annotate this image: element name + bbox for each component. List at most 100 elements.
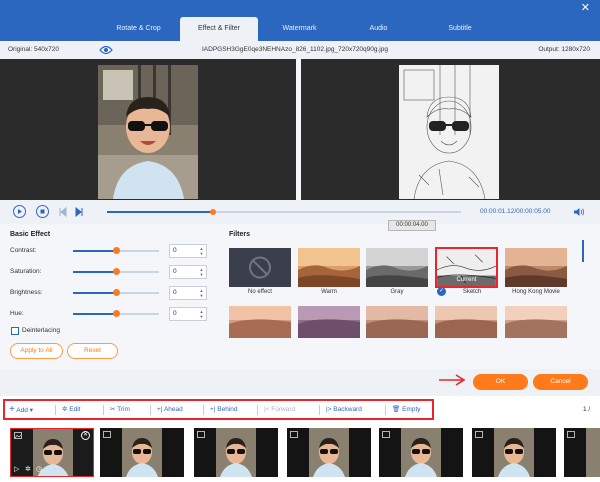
filter-gray[interactable]	[366, 248, 428, 287]
cancel-button[interactable]: Cancel	[533, 374, 588, 390]
timeline-clip[interactable]	[100, 428, 184, 477]
stepper-arrows-icon[interactable]: ▲ ▼	[199, 246, 204, 257]
tab-effect-filter[interactable]: Effect & Filter	[180, 17, 258, 41]
separator	[55, 405, 56, 415]
apply-to-all-button[interactable]: Apply to All	[10, 343, 63, 359]
brightness-input[interactable]: 0 ▲ ▼	[169, 286, 207, 300]
backward-icon: |>	[326, 406, 332, 413]
empty-label: Empty	[402, 406, 421, 413]
brightness-label: Brightness:	[10, 289, 43, 296]
current-filter-badge: Current	[456, 277, 477, 283]
saturation-slider[interactable]	[73, 268, 159, 275]
close-icon[interactable]: ✕	[581, 3, 590, 14]
contrast-input[interactable]: 0 ▲ ▼	[169, 244, 207, 258]
saturation-input[interactable]: 0 ▲ ▼	[169, 265, 207, 279]
timeline-clip[interactable]	[564, 428, 600, 477]
slider-fill	[73, 271, 116, 273]
stepper-arrows-icon[interactable]: ▲ ▼	[199, 309, 204, 320]
filter-hong-kong-movie[interactable]	[505, 248, 567, 287]
slider-fill	[73, 250, 116, 252]
tab-rotate-crop[interactable]: Rotate & Crop	[101, 17, 176, 41]
filter-warm[interactable]	[298, 248, 360, 287]
original-photo	[98, 65, 198, 199]
separator	[319, 405, 320, 415]
brightness-slider[interactable]	[73, 289, 159, 296]
output-size: Output: 1280x720	[538, 46, 590, 53]
trim-label: Trim	[117, 406, 130, 413]
add-button[interactable]: + Add ▾	[9, 404, 33, 416]
hue-input[interactable]: 0 ▲ ▼	[169, 307, 207, 321]
filter-sketch[interactable]: Current	[435, 247, 498, 288]
timeline-clip[interactable]	[194, 428, 278, 477]
volume-icon[interactable]	[573, 207, 585, 217]
hue-slider[interactable]	[73, 310, 159, 317]
page-indicator: 1 /	[583, 406, 591, 413]
file-name: IADPGSH3GgE0qe3NEHNAzo_826_1102.jpg_720x…	[202, 46, 388, 53]
filter-thumbnail[interactable]	[229, 306, 291, 338]
progress-track[interactable]	[107, 209, 461, 215]
add-label: Add	[16, 407, 28, 414]
brightness-value: 0	[173, 289, 177, 296]
playback-bar: 00:00:01.12/00:00:05.00	[0, 200, 600, 224]
clip-toolbar: + Add ▾ ✲ Edit ✂ Trim +| Ahead +| Behind…	[3, 399, 434, 420]
filter-thumbnail[interactable]	[366, 306, 428, 338]
filter-thumbnail[interactable]	[505, 306, 567, 338]
stepper-arrows-icon[interactable]: ▲ ▼	[199, 267, 204, 278]
timeline-clip[interactable]	[472, 428, 556, 477]
filter-no-effect[interactable]	[229, 248, 291, 287]
tab-subtitle[interactable]: Subtitle	[420, 17, 500, 41]
timeline-clip[interactable]	[287, 428, 371, 477]
remove-clip-icon[interactable]: ✕	[81, 431, 90, 440]
previous-frame-icon[interactable]	[58, 207, 68, 217]
ahead-label: Ahead	[163, 406, 183, 413]
filters-title: Filters	[229, 231, 251, 238]
slider-handle[interactable]	[113, 310, 120, 317]
next-frame-icon[interactable]	[74, 207, 84, 217]
stop-icon	[40, 209, 45, 214]
original-preview	[0, 59, 296, 200]
image-icon	[475, 431, 483, 438]
stop-button[interactable]	[36, 205, 49, 218]
ok-button[interactable]: OK	[473, 374, 528, 390]
forward-button[interactable]: |< Forward	[264, 404, 295, 416]
contrast-slider[interactable]	[73, 247, 159, 254]
empty-button[interactable]: 🗑 Empty	[392, 404, 421, 416]
info-row: Original: 540x720 IADPGSH3GgE0qe3NEHNAzo…	[0, 41, 600, 59]
separator	[150, 405, 151, 415]
play-icon[interactable]: ▷	[14, 465, 19, 473]
play-button[interactable]	[13, 205, 26, 218]
effect-icon[interactable]: ✲	[25, 465, 31, 473]
tab-audio[interactable]: Audio	[341, 17, 416, 41]
backward-button[interactable]: |> Backward	[326, 404, 362, 416]
separator	[103, 405, 104, 415]
timeline-clip[interactable]	[379, 428, 463, 477]
separator	[257, 405, 258, 415]
contrast-label: Contrast:	[10, 247, 37, 254]
deinterlacing-checkbox[interactable]	[11, 327, 19, 335]
filter-label: Hong Kong Movie	[512, 289, 560, 295]
filter-thumbnail[interactable]	[298, 306, 360, 338]
filter-label: Gray	[390, 289, 404, 295]
filters-scrollbar[interactable]	[582, 240, 584, 262]
trim-button[interactable]: ✂ Trim	[110, 404, 130, 416]
arrow-right-icon	[439, 374, 466, 386]
reset-button[interactable]: Reset	[67, 343, 118, 359]
behind-button[interactable]: +| Behind	[210, 404, 238, 416]
stepper-arrows-icon[interactable]: ▲ ▼	[199, 288, 204, 299]
tab-watermark[interactable]: Watermark	[262, 17, 337, 41]
timecode: 00:00:01.12/00:00:05.00	[480, 208, 551, 215]
slider-fill	[73, 313, 116, 315]
slider-handle[interactable]	[113, 268, 120, 275]
slider-handle[interactable]	[113, 247, 120, 254]
eye-icon[interactable]	[99, 44, 113, 56]
image-icon	[567, 431, 575, 438]
image-icon	[197, 431, 205, 438]
clock-icon[interactable]: ◷	[36, 465, 42, 473]
ahead-button[interactable]: +| Ahead	[157, 404, 183, 416]
contrast-value: 0	[173, 247, 177, 254]
edit-button[interactable]: ✲ Edit	[62, 404, 80, 416]
progress-handle[interactable]	[210, 209, 217, 215]
timeline-clip-active[interactable]: ✕ ▷ ✲ ◷	[10, 428, 94, 477]
filter-thumbnail[interactable]	[435, 306, 497, 338]
slider-handle[interactable]	[113, 289, 120, 296]
